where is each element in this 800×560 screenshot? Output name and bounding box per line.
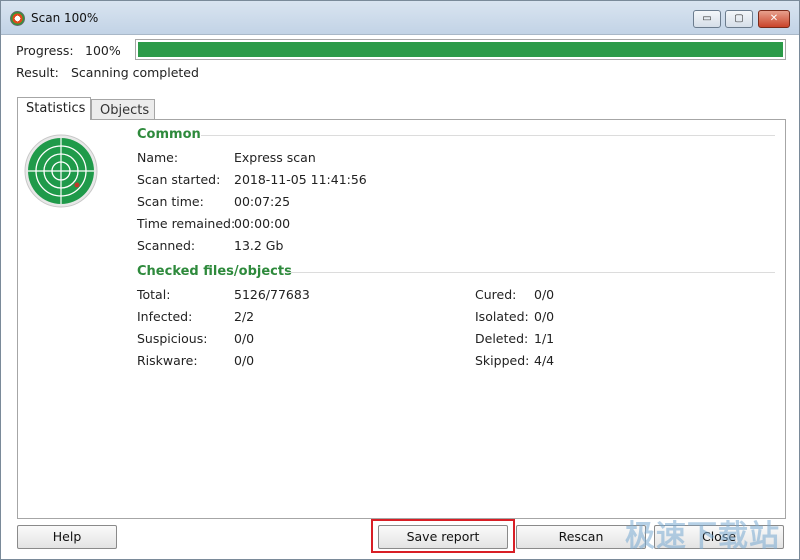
stat-value: 2018-11-05 11:41:56 [234,172,367,187]
help-button[interactable]: Help [17,525,117,549]
stat-value: 1/1 [534,331,555,346]
stat-label: Time remained: [137,216,236,231]
scan-window: Scan 100% ▭ ▢ ✕ Progress: 100% Result: S… [0,0,800,560]
stat-label: Suspicious: [137,331,208,346]
section-common-title: Common [137,127,201,142]
section-common-divider [201,135,775,136]
stat-label: Scan started: [137,172,221,187]
stat-value: 0/0 [534,287,555,302]
stat-value: 0/0 [234,331,255,346]
tab-objects[interactable]: Objects [91,99,155,119]
stat-label: Skipped: [475,353,530,368]
section-checked-divider [287,272,775,273]
minimize-button[interactable]: ▭ [693,10,721,28]
site-watermark: 极速下载站 [625,519,780,554]
stat-label: Riskware: [137,353,198,368]
result-value: Scanning completed [71,65,199,80]
window-title: Scan 100% [31,11,99,25]
save-report-button[interactable]: Save report [378,525,508,549]
stat-value: 00:00:00 [234,216,291,231]
stat-label: Cured: [475,287,517,302]
maximize-button[interactable]: ▢ [725,10,753,28]
stat-value: 13.2 Gb [234,238,284,253]
stat-label: Name: [137,150,179,165]
statistics-panel [17,119,786,519]
result-label: Result: [16,65,59,80]
stat-value: Express scan [234,150,316,165]
stat-value: 2/2 [234,309,255,324]
app-logo-icon [10,11,25,26]
progress-value: 100% [85,43,121,58]
stat-label: Deleted: [475,331,529,346]
stat-label: Scan time: [137,194,204,209]
stat-value: 5126/77683 [234,287,310,302]
stat-label: Infected: [137,309,193,324]
stat-label: Isolated: [475,309,529,324]
radar-icon [24,134,98,208]
close-window-button[interactable]: ✕ [758,10,790,28]
stat-value: 0/0 [534,309,555,324]
stat-value: 0/0 [234,353,255,368]
section-checked-title: Checked files/objects [137,264,292,279]
stat-value: 4/4 [534,353,555,368]
stat-label: Total: [137,287,171,302]
tab-statistics[interactable]: Statistics [17,97,91,120]
stat-label: Scanned: [137,238,196,253]
progress-label: Progress: [16,43,74,58]
title-bar[interactable]: Scan 100% ▭ ▢ ✕ [1,1,799,35]
progress-bar-fill [138,42,783,57]
progress-bar [135,39,786,60]
stat-value: 00:07:25 [234,194,291,209]
